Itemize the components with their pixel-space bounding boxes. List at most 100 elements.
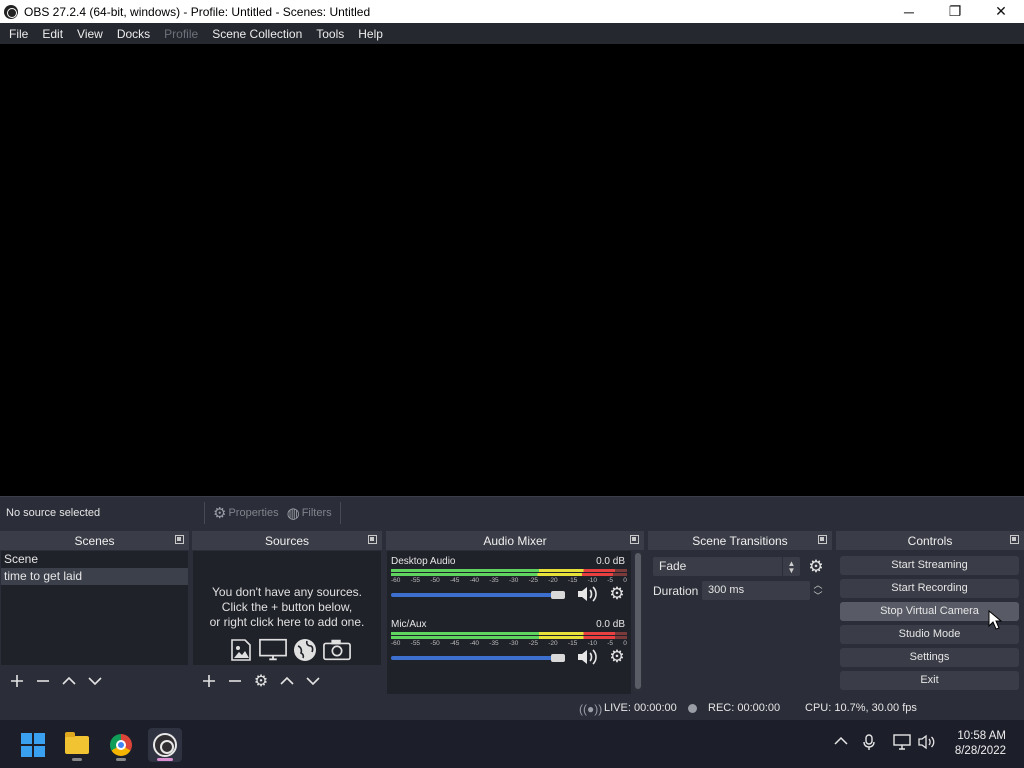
undock-icon[interactable] [630, 535, 639, 544]
empty-line: Click the + button below, [221, 600, 353, 614]
properties-button[interactable]: ⚙ Properties [209, 504, 283, 522]
move-scene-up-button[interactable] [56, 670, 82, 692]
scene-item-selected[interactable]: time to get laid [1, 568, 188, 585]
transition-value: Fade [659, 559, 687, 573]
chevron-up-icon[interactable]: ︿ [813, 580, 822, 590]
tick-label: 0 [623, 640, 627, 647]
filter-icon: ◍ [286, 504, 300, 522]
taskbar-obs[interactable] [148, 728, 182, 762]
taskbar-file-explorer[interactable] [60, 728, 94, 762]
channel-db: 0.0 dB [596, 619, 625, 630]
volume-slider[interactable] [391, 656, 563, 660]
tick-label: -50 [430, 577, 440, 584]
volume-meter [391, 569, 627, 572]
menu-bar: File Edit View Docks Profile Scene Colle… [0, 23, 1024, 44]
chevron-up-icon[interactable] [834, 734, 848, 751]
volume-slider-handle[interactable] [551, 654, 565, 662]
properties-label: Properties [228, 506, 279, 519]
duration-label: Duration [653, 584, 699, 598]
tick-label: 0 [623, 577, 627, 584]
filters-button[interactable]: ◍ Filters [283, 504, 336, 522]
system-clock[interactable]: 10:58 AM 8/28/2022 [946, 729, 1006, 759]
menu-view[interactable]: View [70, 27, 110, 41]
mixer-scrollbar[interactable] [634, 551, 642, 691]
add-scene-button[interactable] [4, 670, 30, 692]
channel-name: Desktop Audio [391, 556, 456, 567]
menu-tools[interactable]: Tools [309, 27, 351, 41]
volume-slider[interactable] [391, 593, 563, 597]
volume-slider-handle[interactable] [551, 591, 565, 599]
mixer-area: Desktop Audio 0.0 dB -60 -55 -50 -45 -40… [387, 551, 631, 694]
menu-docks[interactable]: Docks [110, 27, 157, 41]
scrollbar-thumb[interactable] [635, 553, 641, 689]
start-button[interactable] [16, 728, 50, 762]
exit-button[interactable]: Exit [840, 671, 1019, 690]
audio-channel-mic: Mic/Aux 0.0 dB -60 -55 -50 -45 -40 -35 -… [391, 619, 629, 679]
close-button[interactable]: ✕ [978, 0, 1024, 23]
maximize-button[interactable]: ❐ [932, 0, 978, 23]
controls-title: Controls [907, 533, 953, 548]
tick-label: -10 [587, 577, 597, 584]
preview-canvas[interactable] [0, 44, 1024, 496]
undock-icon[interactable] [818, 535, 827, 544]
meter-ticks: -60 -55 -50 -45 -40 -35 -30 -25 -20 -15 … [391, 577, 627, 584]
move-source-down-button[interactable] [300, 670, 326, 692]
duration-stepper[interactable]: ︿ ﹀ [811, 580, 825, 601]
transition-select[interactable]: Fade ▲ ▼ [653, 557, 800, 576]
microphone-icon[interactable] [863, 734, 875, 753]
menu-edit[interactable]: Edit [35, 27, 70, 41]
globe-icon [291, 637, 319, 663]
menu-profile[interactable]: Profile [157, 27, 205, 41]
settings-button[interactable]: Settings [840, 648, 1019, 667]
audio-channel-desktop: Desktop Audio 0.0 dB -60 -55 -50 -45 -40… [391, 556, 629, 616]
record-icon [688, 704, 697, 713]
undock-icon[interactable] [368, 535, 377, 544]
mute-button[interactable] [577, 584, 599, 604]
scenes-list[interactable]: Scene time to get laid [1, 551, 188, 665]
gear-icon: ⚙ [213, 504, 227, 522]
taskbar-chrome[interactable] [104, 728, 138, 762]
volume-icon[interactable] [918, 734, 936, 753]
updown-arrows-icon: ▲ ▼ [782, 557, 800, 576]
menu-file[interactable]: File [2, 27, 35, 41]
add-source-button[interactable] [196, 670, 222, 692]
transition-properties-button[interactable]: ⚙ [806, 557, 826, 576]
mute-button[interactable] [577, 647, 599, 667]
scenes-toolbar [0, 668, 108, 694]
empty-line: or right click here to add one. [209, 615, 365, 629]
tick-label: -20 [548, 640, 558, 647]
scene-transitions-title: Scene Transitions [692, 533, 788, 548]
divider [204, 501, 205, 524]
remove-scene-button[interactable] [30, 670, 56, 692]
sources-list[interactable]: You don't have any sources. Click the + … [193, 551, 381, 665]
scene-item[interactable]: Scene [1, 551, 188, 568]
obs-app-icon [4, 4, 18, 19]
channel-settings-button[interactable]: ⚙ [606, 584, 628, 604]
empty-line: You don't have any sources. [212, 585, 362, 599]
speaker-icon [578, 649, 597, 665]
move-source-up-button[interactable] [274, 670, 300, 692]
chevron-down-icon[interactable]: ﹀ [813, 591, 822, 601]
move-scene-down-button[interactable] [82, 670, 108, 692]
undock-icon[interactable] [1010, 535, 1019, 544]
channel-settings-button[interactable]: ⚙ [606, 647, 628, 667]
tick-label: -5 [607, 577, 613, 584]
minimize-button[interactable]: ─ [886, 0, 932, 23]
menu-scene-collection[interactable]: Scene Collection [205, 27, 309, 41]
rec-timer: REC: 00:00:00 [708, 702, 781, 714]
network-icon[interactable] [893, 734, 911, 753]
remove-source-button[interactable] [222, 670, 248, 692]
start-recording-button[interactable]: Start Recording [840, 579, 1019, 598]
menu-help[interactable]: Help [351, 27, 390, 41]
duration-input[interactable]: 300 ms [702, 581, 810, 600]
divider [339, 501, 341, 524]
gear-icon: ⚙ [609, 647, 625, 666]
source-properties-button[interactable]: ⚙ [248, 670, 274, 692]
undock-icon[interactable] [175, 535, 184, 544]
cpu-usage: CPU: 10.7%, 30.00 fps [805, 702, 917, 714]
chevron-up-icon [62, 676, 76, 685]
camera-icon [323, 637, 351, 663]
tick-label: -60 [391, 640, 401, 647]
image-icon [227, 637, 255, 663]
start-streaming-button[interactable]: Start Streaming [840, 556, 1019, 575]
